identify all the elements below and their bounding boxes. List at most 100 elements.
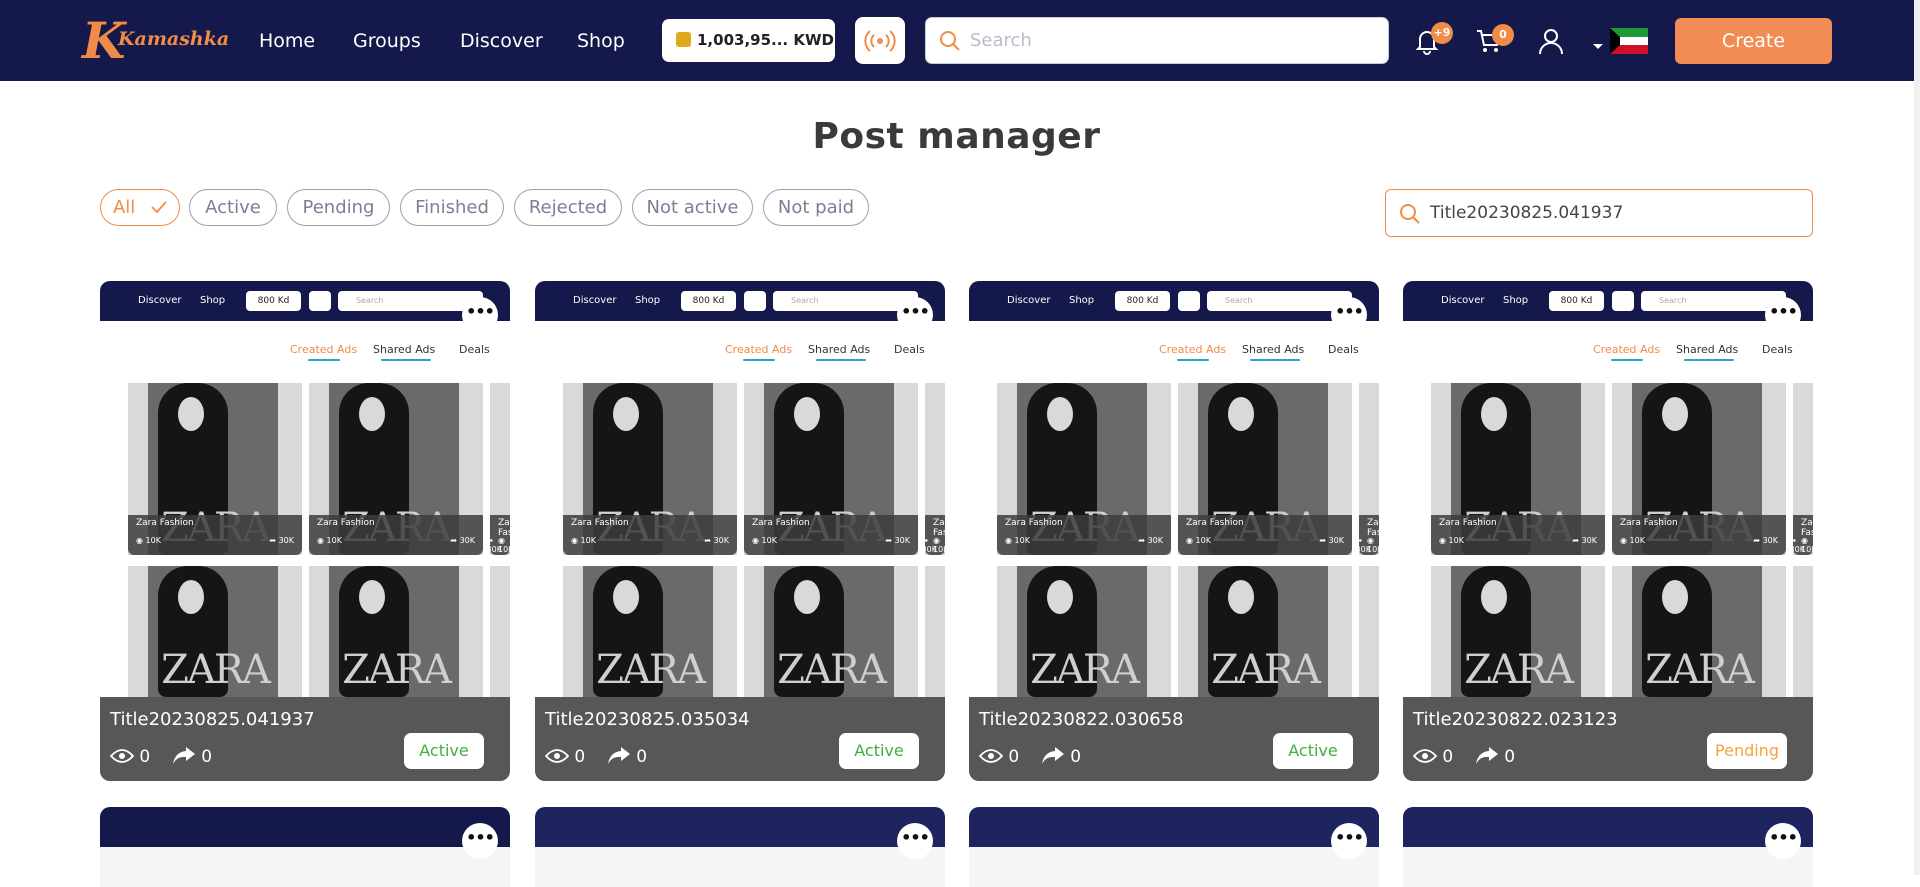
post-card-partial[interactable]: •••	[969, 807, 1379, 887]
status-badge: Active	[404, 733, 484, 769]
post-title: Title20230822.023123	[1413, 709, 1618, 730]
preview-navbar: Discover Shop 800 Kd Search	[1403, 281, 1813, 321]
preview-ad-card: ZARAZara Fashion◉ 10K➦ 30K	[128, 383, 302, 555]
preview-tab-shared: Shared Ads	[1676, 343, 1738, 361]
card-footer: Title20230822.030658 0 0 Active	[969, 697, 1379, 781]
more-options-icon[interactable]: •••	[462, 823, 498, 859]
caret-down-icon	[1593, 44, 1603, 49]
preview-wallet: 800 Kd	[1549, 291, 1604, 311]
more-options-icon[interactable]: •••	[1765, 823, 1801, 859]
share-icon	[1475, 747, 1498, 764]
preview-ad-card: ZARAZara Fashion◉ 10K➦ 30K	[744, 383, 918, 555]
nav-home[interactable]: Home	[259, 29, 315, 53]
profile-button[interactable]	[1536, 26, 1566, 60]
filter-active[interactable]: Active	[189, 189, 277, 226]
preview-ad-card: ZARAZara Fashion◉ 10K➦ 30K	[1612, 383, 1786, 555]
preview-ad-card	[925, 566, 945, 697]
wallet-balance[interactable]: 1,003,95... KWD	[662, 19, 835, 62]
filter-not-active[interactable]: Not active	[632, 189, 753, 226]
nav-groups[interactable]: Groups	[353, 29, 421, 53]
preview-navbar: Discover Shop 800 Kd Search	[535, 281, 945, 321]
post-card-partial[interactable]: •••	[100, 807, 510, 887]
notifications-badge: +9	[1431, 22, 1453, 44]
filter-finished[interactable]: Finished	[400, 189, 504, 226]
status-badge: Active	[839, 733, 919, 769]
post-title: Title20230825.035034	[545, 709, 750, 730]
kamashka-logo[interactable]: K Kamashka	[82, 12, 229, 70]
preview-ad-card: ZARAZara Fashion◉ 10K➦ 30K	[997, 383, 1171, 555]
status-badge: Active	[1273, 733, 1353, 769]
language-dropdown[interactable]	[1592, 36, 1604, 55]
preview-wallet: 800 Kd	[246, 291, 301, 311]
preview-tab-deals: Deals	[894, 343, 925, 356]
post-title: Title20230825.041937	[110, 709, 315, 730]
post-card-partial[interactable]: •••	[535, 807, 945, 887]
create-button[interactable]: Create	[1675, 18, 1832, 64]
preview-tab-deals: Deals	[459, 343, 490, 356]
scrollbar[interactable]	[1914, 0, 1920, 875]
filter-rejected[interactable]: Rejected	[514, 189, 622, 226]
preview-ad-card: ZARA	[744, 566, 918, 697]
preview-ad-card: Zara Fashion◉ 10K➦ 30K	[925, 383, 945, 555]
nav-shop[interactable]: Shop	[577, 29, 625, 53]
eye-icon	[1412, 749, 1438, 763]
status-badge: Pending	[1707, 733, 1787, 769]
page-title: Post manager	[812, 116, 1101, 157]
post-card-partial[interactable]: •••	[1403, 807, 1813, 887]
preview-ad-card	[1359, 566, 1379, 697]
check-icon	[151, 201, 167, 214]
preview-ad-card: ZARAZara Fashion◉ 10K➦ 30K	[309, 383, 483, 555]
filter-pending[interactable]: Pending	[287, 189, 390, 226]
post-stats: 0 0	[1412, 745, 1515, 767]
share-icon	[1041, 747, 1064, 764]
preview-navbar: Discover Shop 800 Kd Search	[100, 281, 510, 321]
preview-tab-created: Created Ads	[725, 343, 792, 361]
cart-badge: 0	[1492, 24, 1514, 46]
preview-ad-card: Zara Fashion◉ 10K➦ 30K	[1793, 383, 1813, 555]
more-options-icon[interactable]: •••	[1331, 823, 1367, 859]
card-footer: Title20230825.041937 0 0 Active	[100, 697, 510, 781]
preview-tab-created: Created Ads	[1593, 343, 1660, 361]
preview-wallet: 800 Kd	[1115, 291, 1170, 311]
preview-tab-shared: Shared Ads	[1242, 343, 1304, 361]
preview-ad-card: ZARAZara Fashion◉ 10K➦ 30K	[1178, 383, 1352, 555]
preview-ad-card: ZARA	[309, 566, 483, 697]
broadcast-icon	[864, 30, 896, 52]
live-button[interactable]	[855, 17, 905, 64]
post-card[interactable]: Discover Shop 800 Kd Search ••• Created Ads Sh…	[100, 281, 510, 781]
post-stats: 0 0	[978, 745, 1081, 767]
card-footer: Title20230825.035034 0 0 Active	[535, 697, 945, 781]
header-search-input[interactable]: Search	[925, 17, 1389, 64]
filter-not-paid[interactable]: Not paid	[763, 189, 869, 226]
post-card[interactable]: Discover Shop 800 Kd Search ••• Created Ads Sh…	[969, 281, 1379, 781]
user-icon	[1539, 29, 1563, 55]
post-card[interactable]: Discover Shop 800 Kd Search ••• Created Ads Sh…	[535, 281, 945, 781]
preview-tab-deals: Deals	[1328, 343, 1359, 356]
preview-ad-card	[490, 566, 510, 697]
nav-discover[interactable]: Discover	[460, 29, 543, 53]
post-card[interactable]: Discover Shop 800 Kd Search ••• Created Ads Sh…	[1403, 281, 1813, 781]
preview-ad-card: Zara Fashion◉ 10K➦ 30K	[1359, 383, 1379, 555]
preview-tab-created: Created Ads	[290, 343, 357, 361]
preview-tab-deals: Deals	[1762, 343, 1793, 356]
preview-ad-card: ZARAZara Fashion◉ 10K➦ 30K	[1431, 383, 1605, 555]
preview-wallet: 800 Kd	[681, 291, 736, 311]
preview-ad-card: ZARA	[128, 566, 302, 697]
more-options-icon[interactable]: •••	[897, 823, 933, 859]
filter-all[interactable]: All	[100, 189, 180, 226]
preview-ad-card: ZARAZara Fashion◉ 10K➦ 30K	[563, 383, 737, 555]
search-icon	[940, 31, 960, 51]
eye-icon	[544, 749, 570, 763]
eye-icon	[978, 749, 1004, 763]
share-icon	[172, 747, 195, 764]
share-icon	[607, 747, 630, 764]
preview-tab-created: Created Ads	[1159, 343, 1226, 361]
cart-button[interactable]: 0	[1474, 24, 1514, 60]
preview-navbar: Discover Shop 800 Kd Search	[969, 281, 1379, 321]
kuwait-flag-icon[interactable]	[1610, 28, 1648, 54]
post-stats: 0 0	[109, 745, 212, 767]
preview-ad-card	[1793, 566, 1813, 697]
search-icon	[1400, 204, 1420, 224]
notifications-button[interactable]: +9	[1412, 22, 1453, 60]
post-search-input[interactable]: Title20230825.041937	[1385, 189, 1813, 237]
